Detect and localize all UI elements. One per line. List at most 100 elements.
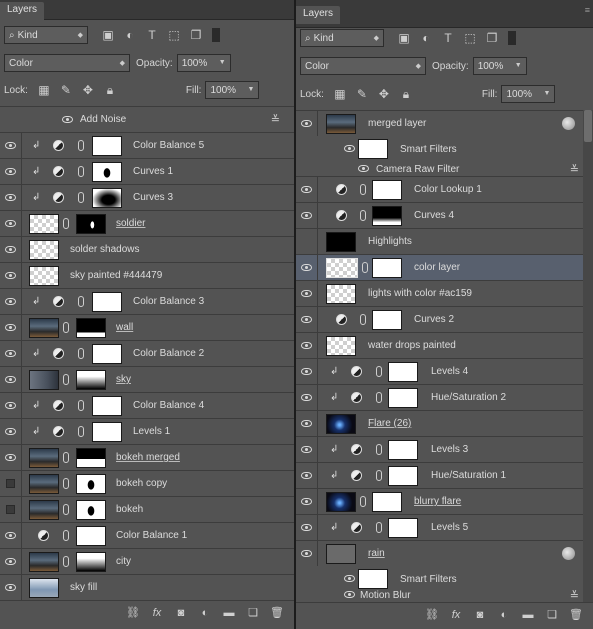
eye-icon[interactable]: [5, 376, 16, 383]
scrollbar[interactable]: [583, 110, 593, 602]
link-icon[interactable]: [360, 496, 366, 507]
link-icon[interactable]: [78, 192, 84, 203]
filter-options-icon[interactable]: ≚: [570, 589, 579, 602]
tab-layers[interactable]: Layers: [296, 6, 341, 24]
eye-icon[interactable]: [301, 368, 312, 375]
layer-row[interactable]: wall: [0, 314, 294, 340]
eye-icon[interactable]: [5, 272, 16, 279]
mask-thumbnail[interactable]: [388, 465, 418, 486]
tab-layers[interactable]: Layers: [0, 2, 45, 20]
adjustment-filter-icon[interactable]: ◐: [122, 27, 138, 43]
link-icon[interactable]: [63, 530, 69, 541]
mask-thumbnail[interactable]: [388, 387, 418, 408]
mask-thumbnail[interactable]: [92, 291, 122, 312]
layer-row[interactable]: ↲ Color Balance 4: [0, 392, 294, 418]
layer-thumbnail[interactable]: [326, 335, 356, 356]
mask-thumbnail[interactable]: [92, 135, 122, 156]
layer-thumbnail[interactable]: [29, 317, 59, 338]
eye-icon[interactable]: [5, 454, 16, 461]
eye-icon[interactable]: [5, 194, 16, 201]
link-icon[interactable]: [63, 556, 69, 567]
eye-icon[interactable]: [358, 165, 369, 172]
mask-thumbnail[interactable]: [372, 205, 402, 226]
layer-thumbnail[interactable]: [29, 265, 59, 286]
link-icon[interactable]: [78, 348, 84, 359]
mask-icon[interactable]: ◙: [174, 607, 188, 619]
mask-thumbnail[interactable]: [76, 551, 106, 572]
mask-thumbnail[interactable]: [388, 439, 418, 460]
link-icon[interactable]: [360, 210, 366, 221]
layer-row[interactable]: ↲ Levels 1: [0, 418, 294, 444]
filter-toggle-icon[interactable]: [508, 31, 516, 45]
eye-icon[interactable]: [344, 591, 355, 598]
shape-filter-icon[interactable]: ⬚: [166, 27, 182, 43]
mask-thumbnail[interactable]: [76, 317, 106, 338]
layer-row[interactable]: water drops painted: [296, 332, 593, 358]
lock-all-icon[interactable]: 🔒︎: [398, 86, 414, 102]
eye-icon[interactable]: [301, 342, 312, 349]
layer-row[interactable]: soldier: [0, 210, 294, 236]
eye-icon[interactable]: [301, 120, 312, 127]
eye-icon[interactable]: [301, 420, 312, 427]
layer-row[interactable]: ↲ Levels 4: [296, 358, 593, 384]
layer-row[interactable]: lights with color #ac159: [296, 280, 593, 306]
shape-filter-icon[interactable]: ⬚: [462, 30, 478, 46]
adjustment-icon[interactable]: ◐: [198, 607, 212, 619]
layer-row[interactable]: Curves 4: [296, 202, 593, 228]
eye-icon[interactable]: [301, 524, 312, 531]
layer-row[interactable]: merged layer: [296, 110, 593, 136]
eye-icon[interactable]: [5, 558, 16, 565]
link-icon[interactable]: [376, 392, 382, 403]
mask-thumbnail[interactable]: [76, 369, 106, 390]
lock-brush-icon[interactable]: ✎: [58, 82, 74, 98]
eye-icon[interactable]: [5, 220, 16, 227]
filter-options-icon[interactable]: ≚: [570, 163, 579, 176]
layer-row[interactable]: bokeh merged: [0, 444, 294, 470]
layer-row[interactable]: ↲ Color Balance 5: [0, 132, 294, 158]
link-icon[interactable]: [360, 314, 366, 325]
layer-thumbnail[interactable]: [326, 231, 356, 252]
filter-toggle-icon[interactable]: [212, 28, 220, 42]
link-icon[interactable]: [362, 262, 368, 273]
link-icon[interactable]: [376, 444, 382, 455]
layer-row[interactable]: Curves 2: [296, 306, 593, 332]
scrollbar-thumb[interactable]: [584, 110, 592, 142]
new-layer-icon[interactable]: ❏: [246, 606, 260, 619]
link-icon[interactable]: [63, 322, 69, 333]
mask-icon[interactable]: ◙: [473, 609, 487, 621]
link-icon[interactable]: [63, 504, 69, 515]
eye-icon[interactable]: [301, 498, 312, 505]
layer-row[interactable]: ↲ Levels 5: [296, 514, 593, 540]
eye-icon[interactable]: [5, 142, 16, 149]
mask-thumbnail[interactable]: [372, 179, 402, 200]
layer-row[interactable]: bokeh copy: [0, 470, 294, 496]
layer-row[interactable]: bokeh: [0, 496, 294, 522]
layer-row[interactable]: blurry flare: [296, 488, 593, 514]
mask-thumbnail[interactable]: [92, 343, 122, 364]
mask-thumbnail[interactable]: [76, 213, 106, 234]
eye-icon[interactable]: [5, 324, 16, 331]
link-icon[interactable]: [78, 296, 84, 307]
mask-thumbnail[interactable]: [372, 491, 402, 512]
layer-row[interactable]: city: [0, 548, 294, 574]
layer-thumbnail[interactable]: [29, 473, 59, 494]
mask-thumbnail[interactable]: [76, 525, 106, 546]
new-layer-icon[interactable]: ❏: [545, 608, 559, 621]
eye-icon[interactable]: [5, 246, 16, 253]
layer-thumbnail[interactable]: [326, 413, 356, 434]
layer-thumbnail[interactable]: [29, 213, 59, 234]
eye-icon[interactable]: [5, 168, 16, 175]
eye-icon[interactable]: [5, 428, 16, 435]
layer-thumbnail[interactable]: [29, 369, 59, 390]
link-icon[interactable]: [63, 218, 69, 229]
layer-row[interactable]: ↲ Curves 3: [0, 184, 294, 210]
trash-icon[interactable]: 🗑︎: [569, 608, 583, 621]
eye-icon[interactable]: [301, 446, 312, 453]
visibility-off-box[interactable]: [6, 479, 15, 488]
mask-thumbnail[interactable]: [92, 187, 122, 208]
adjustment-filter-icon[interactable]: ◐: [418, 30, 434, 46]
layer-row[interactable]: sky fill: [0, 574, 294, 600]
layer-row[interactable]: ↲ Hue/Saturation 1: [296, 462, 593, 488]
smart-object-filter-icon[interactable]: ❐: [188, 27, 204, 43]
eye-icon[interactable]: [5, 298, 16, 305]
